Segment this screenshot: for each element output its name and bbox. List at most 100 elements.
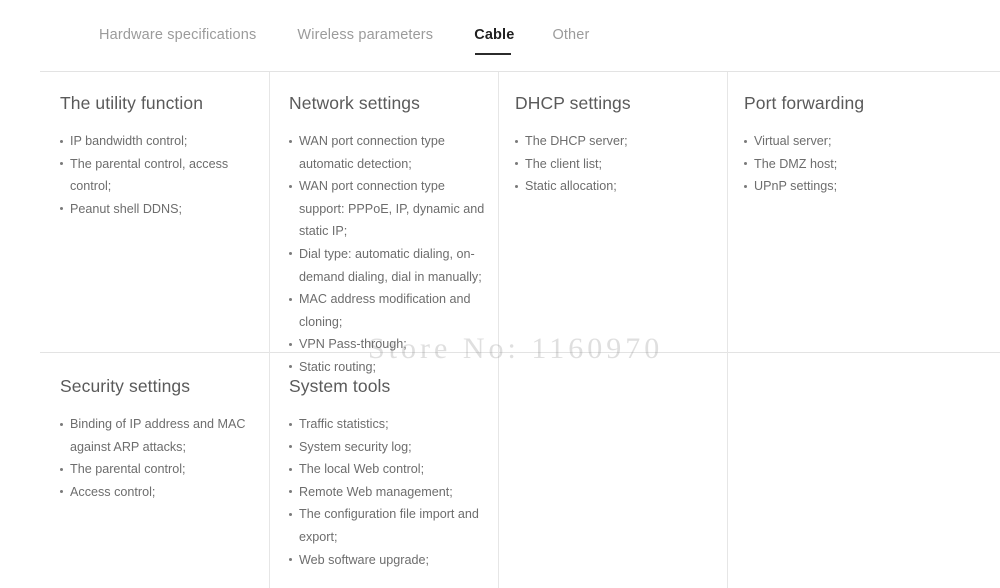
bullet-icon <box>60 207 63 211</box>
tab-active-underline <box>475 53 512 55</box>
feature-list: Binding of IP address and MAC against AR… <box>60 413 260 503</box>
list-item-label: The configuration file import and export… <box>299 507 479 544</box>
list-item: WAN port connection type automatic detec… <box>289 130 487 175</box>
list-item: The DHCP server; <box>515 130 715 153</box>
list-item-label: The DHCP server; <box>525 134 628 148</box>
list-item: The client list; <box>515 153 715 176</box>
tab-hardware-specifications[interactable]: Hardware specifications <box>99 26 256 47</box>
list-item-label: The local Web control; <box>299 462 425 477</box>
list-item: Traffic statistics; <box>289 413 487 436</box>
bullet-icon <box>515 162 518 166</box>
panel-security-settings: Security settings Binding of IP address … <box>60 375 260 503</box>
list-item: Remote Web management; <box>289 481 487 504</box>
bullet-icon <box>60 490 63 494</box>
panel-heading: Port forwarding <box>744 93 865 113</box>
list-item-label: The DMZ host; <box>754 156 838 171</box>
bullet-icon <box>289 558 292 562</box>
list-item-label: Peanut shell DDNS; <box>70 201 182 216</box>
divider-vertical-2 <box>498 72 499 588</box>
bullet-icon <box>515 184 518 188</box>
bullet-icon <box>515 139 518 143</box>
divider-vertical-3 <box>727 72 728 588</box>
list-item: The local Web control; <box>289 458 487 481</box>
panel-port-forwarding: Port forwarding Virtual server; The DMZ h… <box>744 92 954 198</box>
bullet-icon <box>289 184 292 188</box>
list-item: WAN port connection type support: PPPoE,… <box>289 175 487 243</box>
tab-label: Other <box>552 26 590 43</box>
bullet-icon <box>289 445 292 449</box>
tab-label: Hardware specifications <box>99 26 257 43</box>
list-item-label: Access control; <box>70 484 156 499</box>
list-item: The parental control, access control; <box>60 153 260 198</box>
list-item: The parental control; <box>60 458 260 481</box>
list-item-label: WAN port connection type automatic detec… <box>299 134 445 171</box>
bullet-icon <box>60 467 63 471</box>
list-item-label: Virtual server; <box>754 134 832 148</box>
tab-other[interactable]: Other <box>552 26 589 47</box>
spec-tabs-page: Hardware specifications Wireless paramet… <box>0 0 1000 588</box>
tab-cable[interactable]: Cable <box>474 26 515 55</box>
feature-list: Traffic statistics; System security log; T… <box>289 413 487 571</box>
list-item-label: Binding of IP address and MAC against AR… <box>70 417 246 454</box>
panel-dhcp-settings: DHCP settings The DHCP server; The client… <box>515 92 715 198</box>
list-item-label: The parental control; <box>70 462 186 477</box>
list-item: Binding of IP address and MAC against AR… <box>60 413 260 458</box>
feature-list: IP bandwidth control; The parental contro… <box>60 130 260 220</box>
tab-bar: Hardware specifications Wireless paramet… <box>0 0 1000 72</box>
bullet-icon <box>289 139 292 143</box>
list-item: Dial type: automatic dialing, on-demand … <box>289 243 487 288</box>
divider-vertical-1 <box>269 72 270 588</box>
tab-wireless-parameters[interactable]: Wireless parameters <box>297 26 433 47</box>
panel-network-settings: Network settings WAN port connection typ… <box>289 92 487 379</box>
list-item-label: UPnP settings; <box>754 179 838 194</box>
list-item: IP bandwidth control; <box>60 130 260 153</box>
list-item-label: Dial type: automatic dialing, on-demand … <box>299 246 482 284</box>
panel-heading: The utility function <box>60 93 204 113</box>
list-item-label: Web software upgrade; <box>299 552 429 567</box>
bullet-icon <box>289 422 292 426</box>
list-item-label: The client list; <box>525 156 602 171</box>
bullet-icon <box>289 490 292 494</box>
feature-list: WAN port connection type automatic detec… <box>289 130 487 379</box>
list-item: MAC address modification and cloning; <box>289 288 487 333</box>
divider-horizontal-middle <box>40 352 1000 353</box>
bullet-icon <box>60 139 63 143</box>
list-item-label: VPN Pass-through; <box>299 337 407 352</box>
tab-label: Cable <box>474 26 515 43</box>
bullet-icon <box>60 162 63 166</box>
feature-list: The DHCP server; The client list; Static a… <box>515 130 715 198</box>
bullet-icon <box>289 252 292 256</box>
list-item-label: IP bandwidth control; <box>70 134 188 148</box>
list-item-label: Static allocation; <box>525 179 617 194</box>
bullet-icon <box>744 184 747 188</box>
panel-heading: System tools <box>289 376 391 396</box>
list-item: Web software upgrade; <box>289 549 487 572</box>
list-item: The DMZ host; <box>744 153 954 176</box>
list-item: Virtual server; <box>744 130 954 153</box>
panel-system-tools: System tools Traffic statistics; System s… <box>289 375 487 571</box>
bullet-icon <box>289 297 292 301</box>
list-item-label: System security log; <box>299 439 412 454</box>
list-item-label: MAC address modification and cloning; <box>299 292 471 329</box>
panel-heading: Network settings <box>289 93 420 113</box>
list-item: Access control; <box>60 481 260 504</box>
list-item-label: WAN port connection type support: PPPoE,… <box>299 179 485 239</box>
tab-label: Wireless parameters <box>297 26 434 43</box>
panel-heading: DHCP settings <box>515 93 631 113</box>
list-item-label: The parental control, access control; <box>70 156 229 194</box>
bullet-icon <box>744 139 747 143</box>
panel-utility-function: The utility function IP bandwidth contro… <box>60 92 260 220</box>
bullet-icon <box>289 467 292 471</box>
panel-heading: Security settings <box>60 376 191 396</box>
list-item: The configuration file import and export… <box>289 503 487 548</box>
list-item-label: Traffic statistics; <box>299 417 389 431</box>
list-item: VPN Pass-through; <box>289 333 487 356</box>
feature-list: Virtual server; The DMZ host; UPnP setting… <box>744 130 954 198</box>
bullet-icon <box>289 512 292 516</box>
